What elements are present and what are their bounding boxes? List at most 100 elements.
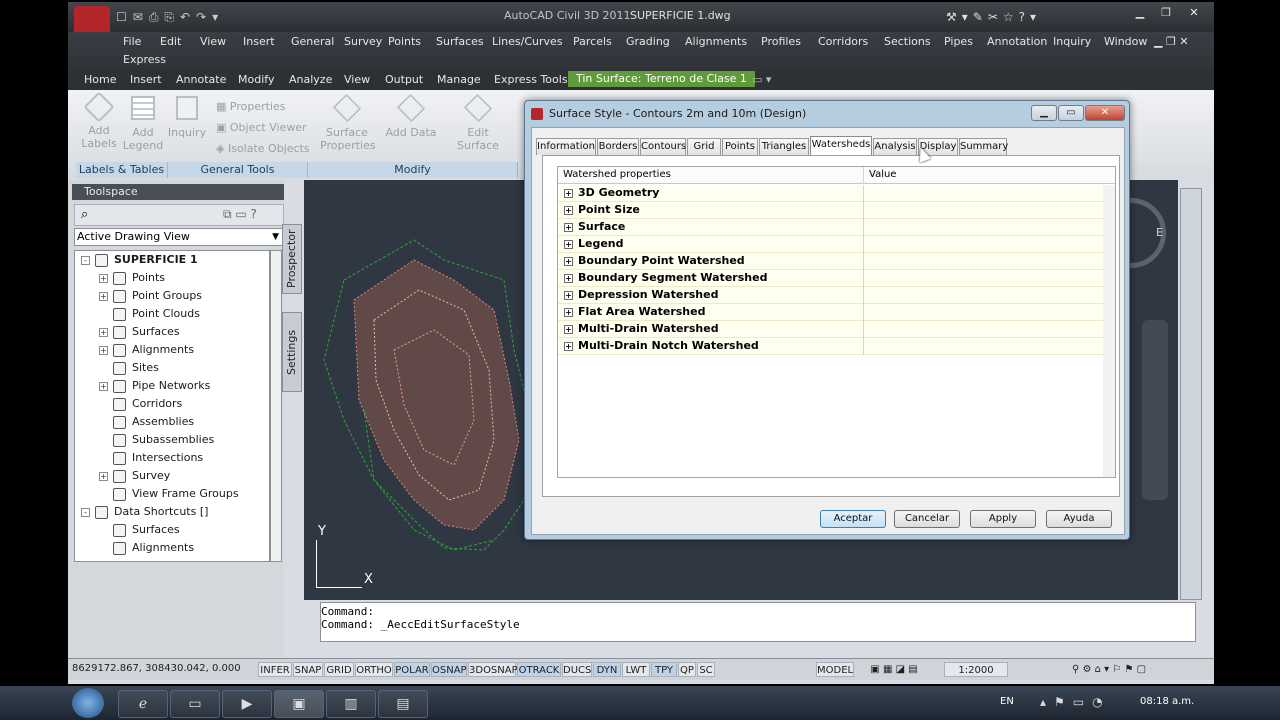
tray-icons[interactable]: ▴⚑▭◔: [1040, 695, 1111, 709]
tree-scrollbar[interactable]: [270, 250, 282, 562]
tab-borders[interactable]: Borders: [597, 138, 639, 155]
tree-item[interactable]: Point Clouds: [99, 307, 200, 325]
add-data-button[interactable]: Add Data: [384, 93, 438, 139]
apply-button[interactable]: Apply: [970, 510, 1036, 528]
navigation-bar[interactable]: [1142, 320, 1168, 500]
language-indicator[interactable]: EN: [1000, 696, 1014, 707]
toggle-otrack[interactable]: OTRACK: [517, 662, 561, 677]
column-header-property[interactable]: Watershed properties: [558, 167, 864, 184]
menu-insert[interactable]: Insert: [243, 35, 275, 48]
property-row[interactable]: + Depression Watershed: [558, 287, 1115, 304]
toggle-qp[interactable]: QP: [678, 662, 696, 677]
tree-item[interactable]: + Pipe Networks: [99, 379, 210, 397]
properties-button[interactable]: ▦ Properties: [216, 96, 310, 117]
command-line[interactable]: Command: Command: _AeccEditSurfaceStyle: [320, 602, 1196, 642]
expand-icon[interactable]: +: [99, 345, 108, 355]
expand-icon[interactable]: +: [99, 273, 108, 283]
info-center[interactable]: ⚒▾✎✂☆?▾: [946, 10, 1096, 26]
tree-item[interactable]: Corridors: [99, 397, 182, 415]
property-row[interactable]: + Multi-Drain Notch Watershed: [558, 338, 1115, 355]
property-row[interactable]: + Flat Area Watershed: [558, 304, 1115, 321]
toggle-osnap[interactable]: OSNAP: [431, 662, 467, 677]
tree-item[interactable]: - SUPERFICIE 1: [81, 253, 198, 271]
menu-window[interactable]: Window: [1104, 35, 1147, 48]
tab-home[interactable]: Home: [84, 73, 116, 86]
tab-manage[interactable]: Manage: [437, 73, 481, 86]
tab-express-tools[interactable]: Express Tools: [494, 73, 568, 86]
menu-file[interactable]: File: [123, 35, 141, 48]
tree-item[interactable]: + Surfaces: [99, 325, 180, 343]
expand-icon[interactable]: +: [99, 327, 108, 337]
menu-sections[interactable]: Sections: [884, 35, 931, 48]
view-select[interactable]: Active Drawing View ▼: [74, 228, 284, 246]
panel-modify[interactable]: Modify: [308, 162, 518, 178]
tab-triangles[interactable]: Triangles: [759, 138, 809, 155]
tab-view[interactable]: View: [344, 73, 370, 86]
tree-item[interactable]: Subassemblies: [99, 433, 214, 451]
inquiry-button[interactable]: Inquiry: [166, 96, 208, 139]
tree-item[interactable]: + Survey: [99, 469, 170, 487]
tab-summary[interactable]: Summary: [959, 138, 1008, 155]
menu-parcels[interactable]: Parcels: [573, 35, 612, 48]
menu-grading[interactable]: Grading: [626, 35, 670, 48]
surface-properties-button[interactable]: Surface Properties: [320, 93, 376, 152]
toggle-3dosnap[interactable]: 3DOSNAP: [468, 662, 518, 677]
property-row[interactable]: + Multi-Drain Watershed: [558, 321, 1115, 338]
taskbar-app-icon[interactable]: ▥: [326, 690, 376, 718]
dialog-minimize-button[interactable]: ▁: [1031, 105, 1057, 121]
expand-icon[interactable]: +: [99, 381, 108, 391]
property-row[interactable]: + Point Size: [558, 202, 1115, 219]
tree-item[interactable]: - Data Shortcuts []: [81, 505, 208, 523]
menu-general[interactable]: General: [291, 35, 334, 48]
maximize-button[interactable]: ❐: [1154, 6, 1178, 24]
tab-analysis[interactable]: Analysis: [873, 138, 917, 155]
column-header-value[interactable]: Value: [864, 167, 1115, 184]
taskbar-media-icon[interactable]: ▶: [222, 690, 272, 718]
help-button[interactable]: Ayuda: [1046, 510, 1112, 528]
toggle-infer[interactable]: INFER: [258, 662, 292, 677]
edit-surface-button[interactable]: Edit Surface: [446, 93, 510, 152]
menu-edit[interactable]: Edit: [160, 35, 181, 48]
property-row[interactable]: + Surface: [558, 219, 1115, 236]
accept-button[interactable]: Aceptar: [820, 510, 886, 528]
property-row[interactable]: +3D Geometry: [558, 185, 1115, 202]
dialog-maximize-button[interactable]: ▭: [1058, 105, 1084, 121]
add-labels-button[interactable]: Add Labels: [76, 91, 122, 150]
toggle-tpy[interactable]: TPY: [651, 662, 677, 677]
taskbar-notes-icon[interactable]: ▤: [378, 690, 428, 718]
taskbar-autocad-icon[interactable]: ▣: [274, 690, 324, 718]
toggle-ortho[interactable]: ORTHO: [355, 662, 393, 677]
ribbon-options[interactable]: ▭ ▾: [752, 73, 771, 86]
expand-icon[interactable]: +: [99, 291, 108, 301]
collapse-icon[interactable]: -: [81, 255, 90, 265]
tree-item[interactable]: + Points: [99, 271, 165, 289]
toggle-snap[interactable]: SNAP: [293, 662, 323, 677]
object-viewer-button[interactable]: ▣ Object Viewer: [216, 117, 310, 138]
taskbar-ie-icon[interactable]: ℯ: [118, 690, 168, 718]
tab-contours[interactable]: Contours: [640, 138, 686, 155]
annotation-scale[interactable]: 1:2000: [944, 662, 1008, 677]
menu-pipes[interactable]: Pipes: [944, 35, 973, 48]
tab-modify[interactable]: Modify: [238, 73, 274, 86]
menu-inquiry[interactable]: Inquiry: [1053, 35, 1091, 48]
menu-corridors[interactable]: Corridors: [818, 35, 868, 48]
menu-lines-curves[interactable]: Lines/Curves: [492, 35, 563, 48]
close-button[interactable]: ✕: [1180, 6, 1208, 24]
tree-item[interactable]: + Alignments: [99, 343, 194, 361]
tab-insert[interactable]: Insert: [130, 73, 162, 86]
tab-output[interactable]: Output: [385, 73, 423, 86]
doc-window-controls[interactable]: ▁ ❐ ✕: [1154, 35, 1189, 48]
property-row[interactable]: + Legend: [558, 236, 1115, 253]
tree-item[interactable]: View Frame Groups: [99, 487, 239, 505]
panel-labels-tables[interactable]: Labels & Tables: [76, 162, 168, 178]
toggle-lwt[interactable]: LWT: [622, 662, 650, 677]
menu-annotation[interactable]: Annotation: [987, 35, 1047, 48]
minimize-button[interactable]: ▁: [1128, 6, 1152, 24]
tab-grid[interactable]: Grid: [687, 138, 721, 155]
tab-tin-surface[interactable]: Tin Surface: Terreno de Clase 1: [568, 71, 755, 87]
tab-information[interactable]: Information: [536, 138, 596, 155]
tab-points[interactable]: Points: [722, 138, 758, 155]
toggle-sc[interactable]: SC: [697, 662, 715, 677]
model-button[interactable]: MODEL: [816, 662, 854, 677]
dialog-close-button[interactable]: ✕: [1085, 105, 1125, 121]
